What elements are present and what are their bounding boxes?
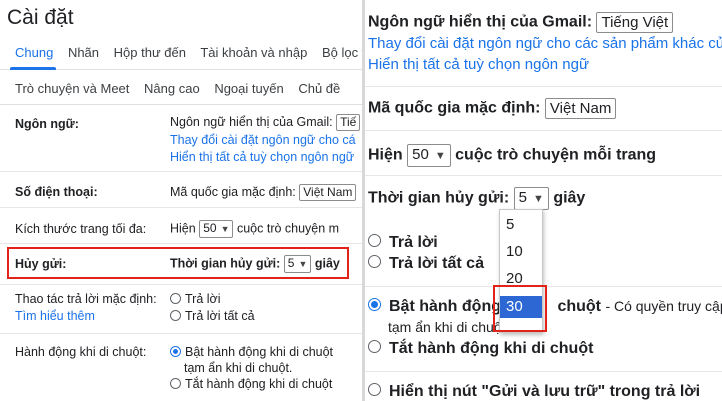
radio-button[interactable] (368, 255, 381, 269)
tab-chat-meet[interactable]: Trò chuyện và Meet (15, 81, 129, 96)
language-label: Ngôn ngữ: (15, 117, 79, 131)
radio-button[interactable] (170, 378, 181, 390)
phone-label: Số điện thoại: (15, 185, 98, 199)
row-divider (365, 371, 722, 372)
chevron-down-icon: ▼ (298, 259, 308, 269)
tab-offline[interactable]: Ngoại tuyến (214, 81, 283, 96)
radio-button[interactable] (368, 383, 381, 397)
row-divider (365, 86, 722, 87)
radio-button[interactable] (170, 293, 181, 305)
chevron-down-icon: ▼ (532, 193, 544, 205)
reply-option-reply[interactable]: Trả lời (170, 292, 221, 306)
language-select-zoom[interactable]: Tiếng Việt (596, 12, 674, 33)
language-select[interactable]: Tiế (336, 114, 361, 131)
learn-more-link[interactable]: Tìm hiểu thêm (15, 309, 95, 323)
reply-default-label: Thao tác trả lời mặc định: (15, 292, 157, 306)
chevron-down-icon: ▼ (220, 224, 230, 234)
tabs-row-2: Trò chuyện và Meet Nâng cao Ngoại tuyến … (15, 81, 351, 96)
tab-labels[interactable]: Nhãn (68, 45, 99, 60)
undo-send-select-zoom[interactable]: 5 ▼ (513, 187, 549, 210)
row-divider (0, 207, 362, 208)
undo-send-suffix: giây (314, 256, 340, 271)
page-title: Cài đặt (7, 6, 74, 29)
hover-option-enable-desc-zoom: tạm ẩn khi di chuột. (388, 319, 510, 335)
page-size-setting: Hiện 50 ▼ cuộc trò chuyện m (170, 220, 339, 238)
hover-option-disable[interactable]: Tắt hành động khi di chuột (170, 377, 332, 391)
reply-option-reply-zoom[interactable]: Trả lời (368, 234, 438, 252)
dropdown-highlight-box (493, 285, 547, 332)
row-divider (0, 284, 362, 285)
radio-button-selected[interactable] (368, 298, 381, 312)
undo-send-select[interactable]: 5 ▼ (283, 255, 312, 273)
change-language-link-zoom[interactable]: Thay đổi cài đặt ngôn ngữ cho các sản ph… (368, 35, 722, 52)
undo-send-label: Hủy gửi: (15, 257, 67, 271)
hover-actions-label: Hành động khi di chuột: (15, 345, 147, 359)
page-size-select-zoom[interactable]: 50 ▼ (407, 144, 451, 167)
page-size-select[interactable]: 50 ▼ (199, 220, 234, 238)
country-code-select-zoom[interactable]: Việt Nam (544, 98, 617, 119)
page-size-setting-zoom: Hiện 50 ▼ cuộc trò chuyện mỗi trang (368, 144, 656, 167)
settings-panel-right-zoom: Ngôn ngữ hiển thị của Gmail: Tiếng Việt … (365, 0, 722, 401)
tabs-row-1: Chung Nhãn Hộp thư đến Tài khoản và nhập… (15, 45, 362, 60)
radio-button-selected[interactable] (170, 346, 181, 358)
tab-filters[interactable]: Bộ lọc và (322, 45, 362, 60)
settings-panel-left: Cài đặt Chung Nhãn Hộp thư đến Tài khoản… (0, 0, 362, 401)
change-language-link[interactable]: Thay đổi cài đặt ngôn ngữ cho cá (170, 133, 356, 147)
show-all-languages-link-zoom[interactable]: Hiển thị tất cả tuỳ chọn ngôn ngữ (368, 56, 589, 73)
radio-button[interactable] (368, 340, 381, 354)
page-size-suffix: cuộc trò chuyện m (236, 221, 340, 236)
page-size-label: Kích thước trang tối đa: (15, 222, 147, 236)
dropdown-option-10[interactable]: 10 (506, 243, 523, 260)
hover-option-disable-zoom[interactable]: Tắt hành động khi di chuột (368, 340, 593, 358)
row-divider (0, 333, 362, 334)
row-divider (0, 243, 362, 244)
country-code-select[interactable]: Việt Nam (299, 184, 357, 201)
undo-send-setting-zoom: Thời gian hủy gửi: 5 ▼ giây (368, 187, 585, 210)
reply-option-reply-all[interactable]: Trả lời tất cả (170, 309, 255, 323)
language-setting: Ngôn ngữ hiển thị của Gmail: Tiế (170, 114, 361, 131)
page-size-prefix: Hiện (170, 221, 196, 236)
chevron-down-icon: ▼ (434, 150, 446, 162)
tabs-divider-2 (0, 104, 362, 105)
tab-themes[interactable]: Chủ đề (298, 81, 340, 96)
send-archive-option-zoom[interactable]: Hiển thị nút "Gửi và lưu trữ" trong trả … (368, 383, 700, 401)
phone-setting-zoom: Mã quốc gia mặc định: Việt Nam (368, 98, 617, 119)
undo-send-text: Thời gian hủy gửi: (170, 256, 281, 271)
hover-option-enable-desc: tạm ẩn khi di chuột. (184, 361, 293, 375)
radio-button[interactable] (368, 234, 381, 248)
show-all-languages-link[interactable]: Hiển thị tất cả tuỳ chọn ngôn ngữ (170, 150, 354, 164)
undo-send-setting: Thời gian hủy gửi: 5 ▼ giây (170, 255, 340, 273)
tab-inbox[interactable]: Hộp thư đến (114, 45, 186, 60)
row-divider (365, 175, 722, 176)
row-divider (0, 171, 362, 172)
active-tab-indicator (10, 67, 56, 70)
dropdown-option-5[interactable]: 5 (506, 216, 514, 233)
hover-option-enable[interactable]: Bật hành động khi di chuột (170, 345, 333, 359)
language-text: Ngôn ngữ hiển thị của Gmail: (170, 114, 333, 129)
phone-setting: Mã quốc gia mặc định: Việt Nam (170, 184, 357, 201)
tab-advanced[interactable]: Nâng cao (144, 81, 200, 96)
tab-general[interactable]: Chung (15, 45, 53, 60)
reply-option-reply-all-zoom[interactable]: Trả lời tất cả (368, 255, 484, 273)
language-setting-zoom: Ngôn ngữ hiển thị của Gmail: Tiếng Việt (368, 12, 674, 33)
tab-accounts-import[interactable]: Tài khoản và nhập (200, 45, 307, 60)
country-code-text: Mã quốc gia mặc định: (170, 184, 296, 199)
radio-button[interactable] (170, 310, 181, 322)
row-divider (365, 130, 722, 131)
